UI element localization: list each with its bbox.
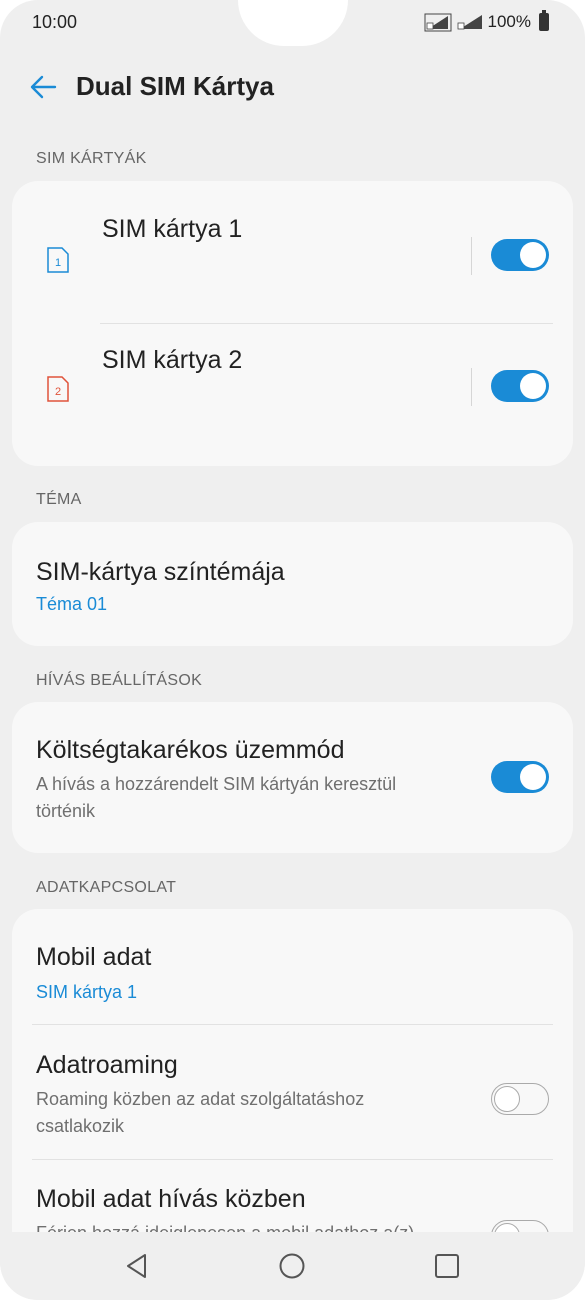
mobile-data-value: SIM kártya 1 — [36, 982, 138, 1002]
divider — [471, 368, 472, 406]
roaming-title: Adatroaming — [36, 1051, 178, 1079]
sim1-toggle[interactable] — [491, 239, 549, 271]
cost-saving-subtitle-1: A hívás a hozzárendelt SIM kártyán keres… — [36, 774, 397, 794]
back-triangle-icon[interactable] — [121, 1250, 153, 1282]
section-label-call-settings: HÍVÁS BEÁLLÍTÁSOK — [36, 672, 203, 689]
status-icons: 100% — [424, 10, 549, 32]
data-during-call-title: Mobil adat hívás közben — [36, 1185, 306, 1213]
theme-title: SIM-kártya színtémája — [36, 558, 285, 586]
camera-notch — [238, 0, 348, 46]
back-arrow-icon[interactable] — [28, 72, 58, 102]
sim2-label: SIM kártya 2 — [102, 346, 243, 374]
mobile-data-title: Mobil adat — [36, 943, 152, 971]
theme-card[interactable]: SIM-kártya színtémája Téma 01 — [12, 522, 573, 646]
phone-screen: 10:00 100% Dual SIM Kártya SIM KÁRTYÁK 1… — [0, 0, 585, 1300]
roaming-subtitle-1: Roaming közben az adat szolgáltatáshoz — [36, 1089, 365, 1109]
cost-saving-toggle[interactable] — [491, 761, 549, 793]
sim-cards-card: 1 SIM kártya 1 2 SIM kártya 2 — [12, 181, 573, 466]
battery-percent: 100% — [487, 12, 531, 31]
sim1-row[interactable]: 1 SIM kártya 1 — [12, 181, 573, 323]
section-label-sim-cards: SIM KÁRTYÁK — [36, 150, 147, 167]
svg-text:1: 1 — [55, 257, 61, 269]
mobile-data-row[interactable]: Mobil adat SIM kártya 1 — [12, 909, 573, 1024]
sim1-signal-icon — [424, 13, 452, 32]
roaming-toggle[interactable] — [491, 1083, 549, 1115]
svg-text:2: 2 — [55, 386, 61, 398]
sim-card-1-icon: 1 — [47, 247, 69, 273]
section-label-theme: TÉMA — [36, 491, 82, 508]
sim2-row[interactable]: 2 SIM kártya 2 — [12, 324, 573, 466]
home-circle-icon[interactable] — [276, 1250, 308, 1282]
battery-icon — [539, 10, 549, 31]
sim2-toggle[interactable] — [491, 370, 549, 402]
theme-value: Téma 01 — [36, 594, 108, 614]
recents-square-icon[interactable] — [431, 1250, 463, 1282]
sim1-label: SIM kártya 1 — [102, 215, 243, 243]
call-settings-card[interactable]: Költségtakarékos üzemmód A hívás a hozzá… — [12, 702, 573, 853]
divider — [471, 237, 472, 275]
roaming-row[interactable]: Adatroaming Roaming közben az adat szolg… — [12, 1025, 573, 1159]
page-title: Dual SIM Kártya — [76, 71, 274, 101]
navigation-bar — [0, 1232, 585, 1300]
sim-card-2-icon: 2 — [47, 376, 69, 402]
status-time: 10:00 — [32, 12, 78, 32]
cost-saving-subtitle-2: történik — [36, 801, 96, 821]
sim2-signal-icon — [457, 15, 482, 30]
section-label-data-connection: ADATKAPCSOLAT — [36, 879, 177, 896]
roaming-subtitle-2: csatlakozik — [36, 1116, 125, 1136]
cost-saving-title: Költségtakarékos üzemmód — [36, 736, 345, 764]
